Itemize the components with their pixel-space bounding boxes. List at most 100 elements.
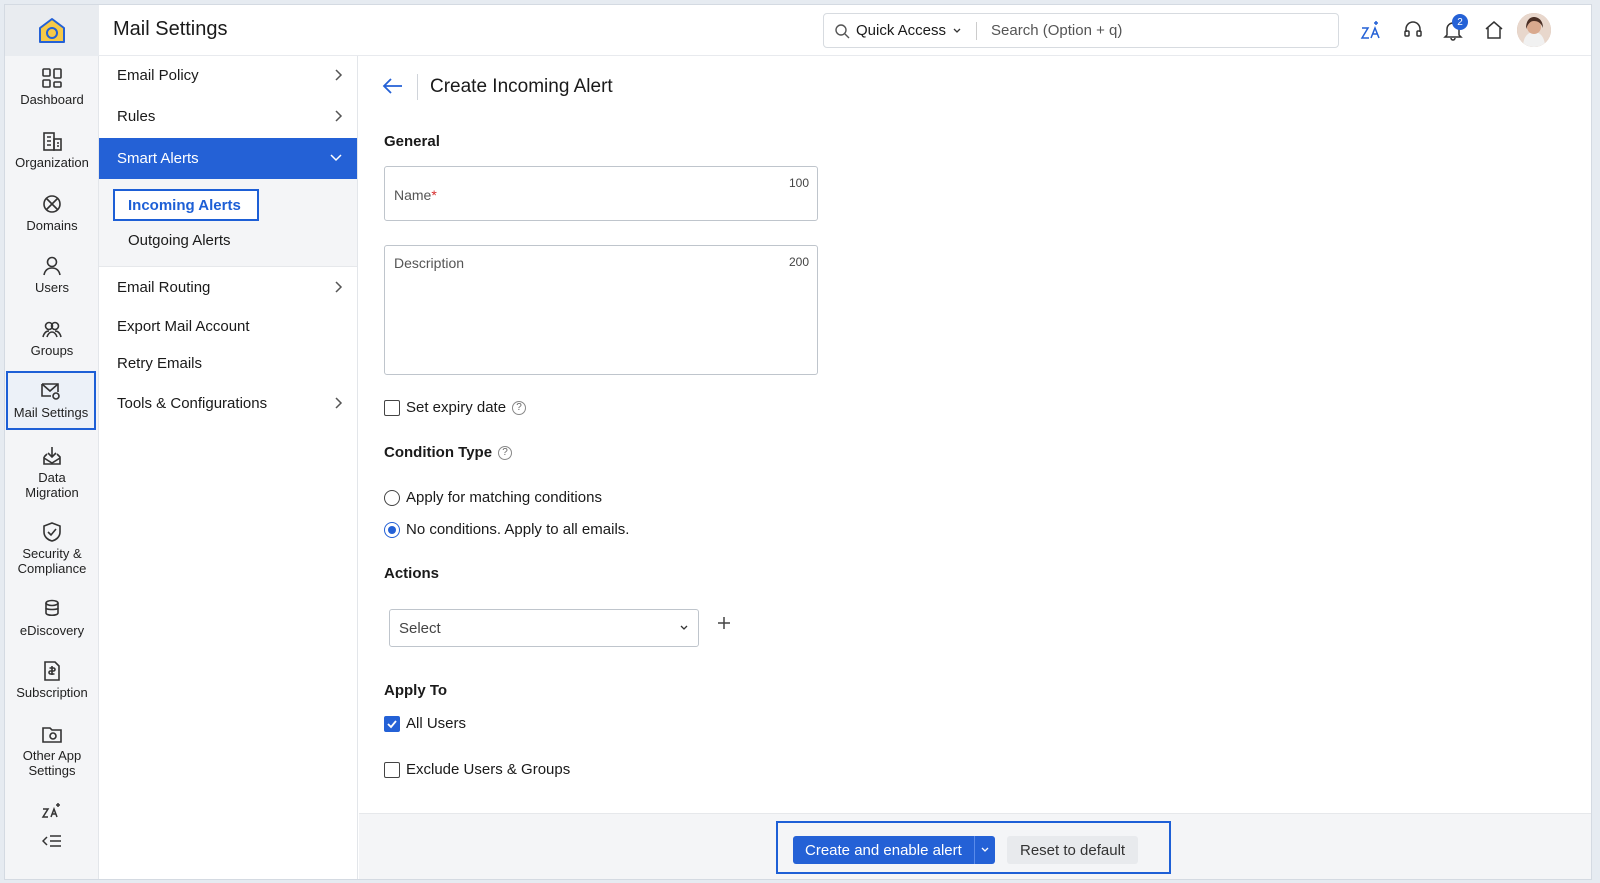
rail-item-organization[interactable]: Organization [5, 130, 99, 170]
user-avatar-image [1517, 13, 1551, 47]
submenu-item-label: Tools & Configurations [117, 394, 268, 412]
rail-item-label: Domains [26, 218, 78, 233]
rail-item-ediscovery[interactable]: eDiscovery [5, 598, 99, 638]
description-field[interactable]: Description 200 [384, 245, 818, 375]
settings-submenu: Email Policy Rules Smart Alerts Incoming… [99, 5, 358, 879]
expiry-date-checkbox[interactable]: Set expiry date ? [384, 399, 527, 416]
condition-type-heading: Condition Type ? [384, 444, 513, 461]
rail-item-label: Subscription [16, 685, 88, 700]
apply-to-heading: Apply To [384, 682, 448, 699]
submenu-item-export-mail-account[interactable]: Export Mail Account [99, 306, 357, 346]
app-window: Dashboard Organization Domains Users Gro… [4, 4, 1592, 880]
all-users-checkbox[interactable]: All Users [384, 715, 466, 732]
split-dropdown-button[interactable] [975, 836, 995, 864]
rail-item-data-migration[interactable]: Data Migration [5, 445, 99, 500]
plus-icon [718, 617, 730, 629]
radio-no-conditions[interactable]: No conditions. Apply to all emails. [384, 521, 629, 538]
sparkle-icon [41, 803, 60, 818]
chevron-down-icon [680, 625, 688, 630]
checkbox[interactable] [384, 399, 400, 416]
left-rail: Dashboard Organization Domains Users Gro… [5, 5, 99, 879]
submenu-item-tools-configurations[interactable]: Tools & Configurations [99, 383, 357, 423]
rail-item-dashboard[interactable]: Dashboard [5, 67, 99, 107]
search-bar: Quick Access [823, 13, 1339, 48]
help-icon[interactable]: ? [512, 400, 527, 415]
description-textarea[interactable] [385, 246, 817, 374]
submenu-child-outgoing-alerts[interactable]: Outgoing Alerts [128, 232, 231, 249]
submenu-item-email-policy[interactable]: Email Policy [99, 55, 357, 95]
home-icon[interactable] [1483, 19, 1505, 41]
chevron-right-icon [335, 281, 343, 293]
submenu-item-smart-alerts[interactable]: Smart Alerts [99, 138, 357, 179]
rail-item-domains[interactable]: Domains [5, 193, 99, 233]
rail-item-mail-settings[interactable]: Mail Settings [6, 371, 96, 430]
submenu-item-retry-emails[interactable]: Retry Emails [99, 343, 357, 383]
translate-icon[interactable] [1360, 19, 1382, 41]
rail-item-groups[interactable]: Groups [5, 318, 99, 358]
rail-item-other-app-settings[interactable]: Other App Settings [5, 723, 99, 778]
divider [417, 74, 418, 100]
rail-item-label: Other App Settings [22, 748, 82, 778]
submenu-item-label: Rules [117, 107, 156, 125]
radio-button[interactable] [384, 489, 400, 506]
submenu-child-incoming-alerts[interactable]: Incoming Alerts [113, 189, 259, 221]
select-value: Select [399, 619, 441, 637]
submenu-item-email-routing[interactable]: Email Routing [99, 267, 357, 307]
collapse-rail-button[interactable] [5, 834, 99, 848]
rail-item-subscription[interactable]: Subscription [5, 660, 99, 700]
submenu-item-rules[interactable]: Rules [99, 96, 357, 136]
create-enable-alert-button[interactable]: Create and enable alert [793, 836, 995, 864]
checkbox-checked[interactable] [384, 715, 400, 732]
smart-alerts-children: Incoming Alerts Outgoing Alerts [99, 179, 357, 267]
organization-icon [43, 132, 62, 151]
rail-item-label: Security & Compliance [17, 546, 87, 576]
app-logo[interactable] [5, 5, 99, 56]
submenu-item-label: Email Policy [117, 66, 199, 84]
rail-item-label: eDiscovery [19, 623, 85, 638]
submenu-child-label: Incoming Alerts [128, 196, 241, 214]
radio-button-selected[interactable] [384, 521, 400, 538]
radio-label: Apply for matching conditions [406, 489, 602, 506]
exclude-label: Exclude Users & Groups [406, 761, 571, 778]
reset-to-default-button[interactable]: Reset to default [1007, 836, 1139, 864]
groups-icon [42, 321, 62, 338]
radio-label: No conditions. Apply to all emails. [406, 521, 630, 538]
headset-icon[interactable] [1402, 19, 1424, 41]
quick-access-dropdown[interactable]: Quick Access [824, 22, 962, 39]
exclude-users-checkbox[interactable]: Exclude Users & Groups [384, 761, 570, 778]
rail-item-users[interactable]: Users [5, 255, 99, 295]
footer-actions-highlight: Create and enable alert Reset to default [776, 821, 1171, 874]
submenu-item-label: Email Routing [117, 278, 211, 296]
checkmark-icon [387, 719, 397, 728]
all-users-label: All Users [406, 715, 467, 732]
ai-assist-button[interactable] [5, 801, 99, 819]
back-arrow-icon[interactable] [381, 74, 405, 98]
primary-button-label: Create and enable alert [793, 836, 975, 864]
help-icon[interactable]: ? [498, 445, 513, 460]
domains-icon [43, 195, 61, 213]
chevron-right-icon [335, 69, 343, 81]
chevron-down-icon [953, 28, 961, 33]
name-field[interactable]: Name* 100 [384, 166, 818, 221]
avatar[interactable] [1517, 13, 1551, 47]
actions-select[interactable]: Select [389, 609, 699, 647]
chevron-down-icon [330, 154, 342, 162]
shield-icon [43, 522, 61, 542]
general-heading: General [384, 133, 440, 150]
rail-item-label: Groups [30, 343, 74, 358]
add-action-button[interactable] [717, 616, 731, 630]
radio-matching-conditions[interactable]: Apply for matching conditions [384, 489, 602, 506]
form-title: Create Incoming Alert [430, 76, 613, 97]
chevron-right-icon [335, 110, 343, 122]
app-settings-icon [42, 727, 62, 743]
checkbox[interactable] [384, 761, 400, 778]
dashboard-icon [42, 68, 62, 88]
search-input[interactable] [991, 22, 1338, 39]
rail-item-security[interactable]: Security & Compliance [5, 521, 99, 576]
chevron-right-icon [335, 397, 343, 409]
name-input[interactable] [385, 167, 817, 220]
actions-heading: Actions [384, 565, 440, 582]
home-logo-icon [39, 17, 65, 43]
data-migration-icon [43, 447, 61, 465]
main-content: Create Incoming Alert General Name* 100 … [359, 56, 1591, 879]
